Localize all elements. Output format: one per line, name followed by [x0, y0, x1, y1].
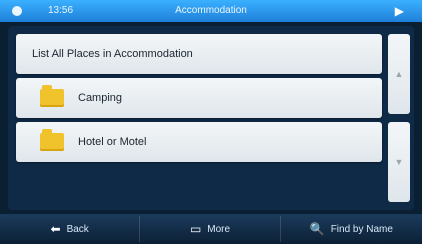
content-panel: List All Places in Accommodation Camping…	[8, 26, 414, 210]
list-item-label: Hotel or Motel	[78, 136, 147, 148]
back-button[interactable]: ⬅ Back	[0, 216, 141, 242]
list-item-camping[interactable]: Camping	[16, 78, 382, 118]
back-arrow-icon: ⬅	[50, 222, 61, 236]
more-button-label: More	[207, 223, 231, 235]
list-item-label: Camping	[78, 92, 123, 104]
back-button-label: Back	[66, 223, 89, 235]
forward-arrow-icon[interactable]: ▶	[395, 4, 404, 18]
places-list: List All Places in Accommodation Camping…	[16, 34, 382, 166]
search-icon: 🔍	[309, 222, 325, 236]
bottom-bar: ⬅ Back ▭ More 🔍 Find by Name	[0, 214, 422, 244]
list-all-places-item[interactable]: List All Places in Accommodation	[16, 34, 382, 74]
find-by-name-button[interactable]: 🔍 Find by Name	[281, 216, 422, 242]
scroll-down-button[interactable]: ▼	[388, 122, 410, 202]
scroll-up-button[interactable]: ▲	[388, 34, 410, 114]
scroll-controls: ▲ ▼	[388, 34, 410, 202]
list-item-hotel-motel[interactable]: Hotel or Motel	[16, 122, 382, 162]
list-all-places-label: List All Places in Accommodation	[32, 48, 193, 60]
screen: 13:56 Accommodation ▶ List All Places in…	[0, 0, 422, 244]
status-bar: 13:56 Accommodation ▶	[0, 0, 422, 22]
more-icon: ▭	[189, 222, 202, 236]
screen-title: Accommodation	[175, 5, 247, 16]
folder-icon	[40, 129, 64, 151]
find-button-label: Find by Name	[330, 223, 393, 235]
more-button[interactable]: ▭ More	[140, 216, 281, 242]
folder-icon	[40, 85, 64, 107]
